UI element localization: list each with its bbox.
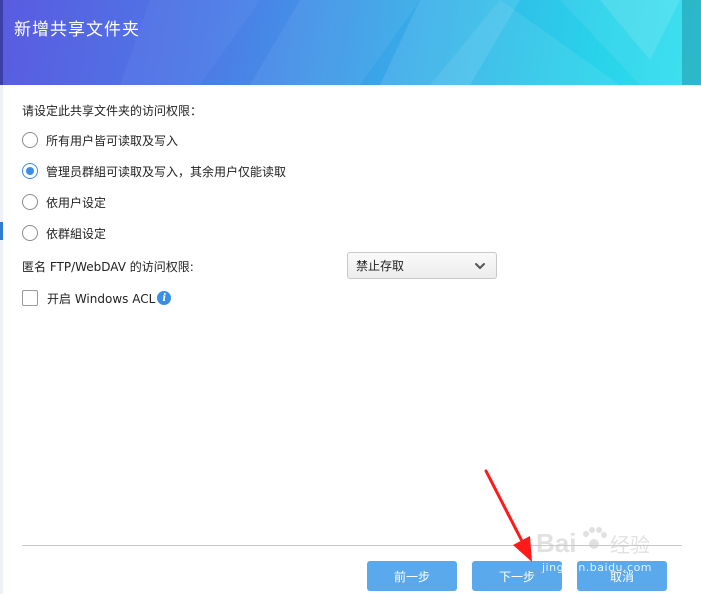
radio-label: 管理员群組可读取及写入，其余用户仅能读取 [46, 164, 287, 179]
radio-label: 依群組设定 [46, 226, 107, 241]
radio-all-users[interactable]: 所有用户皆可读取及写入 [22, 131, 178, 149]
header-decoration [120, 0, 701, 85]
footer-divider [22, 545, 682, 546]
radio-button-checked[interactable] [22, 163, 38, 179]
dialog-header: 新增共享文件夹 [0, 0, 701, 85]
chevron-down-icon [475, 263, 485, 269]
watermark-brand: Bai [536, 528, 576, 558]
acl-label: 开启 Windows ACL [47, 291, 156, 306]
radio-button[interactable] [22, 225, 38, 241]
dialog-title: 新增共享文件夹 [14, 20, 140, 40]
acl-row[interactable]: 开启 Windows ACL i [22, 289, 172, 307]
next-button[interactable]: 下一步 [472, 561, 562, 591]
radio-label: 依用户设定 [46, 195, 107, 210]
radio-button[interactable] [22, 132, 38, 148]
radio-admin-group[interactable]: 管理员群組可读取及写入，其余用户仅能读取 [22, 162, 286, 180]
radio-by-group[interactable]: 依群組设定 [22, 224, 106, 242]
acl-checkbox[interactable] [22, 290, 38, 306]
permission-prompt: 请设定此共享文件夹的访问权限： [22, 104, 203, 118]
cancel-button[interactable]: 取消 [577, 561, 667, 591]
info-icon[interactable]: i [157, 291, 172, 305]
ftp-access-select[interactable]: 禁止存取 [347, 252, 497, 279]
header-left-edge [0, 0, 3, 85]
prev-button[interactable]: 前一步 [367, 561, 457, 591]
side-marker [0, 222, 3, 240]
ftp-access-selected: 禁止存取 [356, 259, 405, 273]
radio-button[interactable] [22, 194, 38, 210]
radio-label: 所有用户皆可读取及写入 [46, 133, 179, 148]
side-strip [0, 85, 3, 594]
radio-by-user[interactable]: 依用户设定 [22, 193, 106, 211]
ftp-access-label: 匿名 FTP/WebDAV 的访问权限: [22, 260, 194, 274]
